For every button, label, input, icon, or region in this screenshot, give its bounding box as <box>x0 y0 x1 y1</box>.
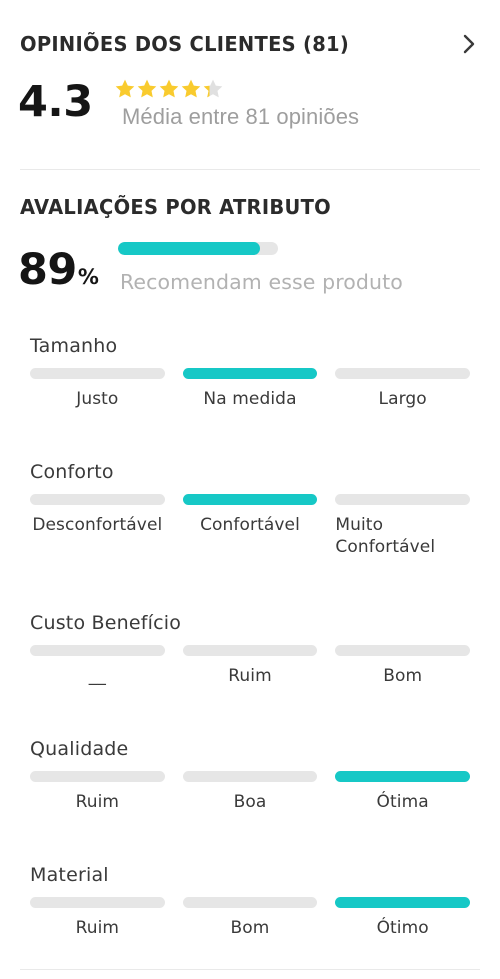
attribute-options: Justo Na medida Largo <box>0 368 500 410</box>
average-caption: Média entre 81 opiniões <box>122 104 360 129</box>
attribute-option-bar <box>30 645 165 656</box>
attribute-options: Desconfortável Confortável Muito Confortáv… <box>0 494 500 558</box>
attribute-option[interactable]: Ótima <box>335 771 471 813</box>
star-icon <box>202 78 224 100</box>
recommend-percent: 89 % <box>18 248 99 292</box>
attribute-option-bar <box>182 645 318 656</box>
star-icon <box>180 78 202 100</box>
attribute-name: Tamanho <box>30 335 118 357</box>
attribute-option[interactable]: __ <box>30 645 165 687</box>
attribute-option[interactable]: Ruim <box>30 897 165 939</box>
attribute-option-label: Bom <box>230 918 270 938</box>
attribute-option-bar-selected <box>335 897 471 908</box>
attribute-option-label: Ruim <box>75 792 120 812</box>
attribute-option-bar <box>30 368 165 379</box>
attribute-option[interactable]: Ótimo <box>335 897 471 939</box>
divider-bottom <box>20 969 480 970</box>
attribute-option[interactable]: Bom <box>182 897 318 939</box>
attribute-option[interactable]: Ruim <box>182 645 318 687</box>
attribute-option[interactable]: Confortável <box>182 494 318 558</box>
attribute-option-bar <box>30 494 165 505</box>
attribute-option-bar <box>335 645 471 656</box>
attribute-name: Custo Benefício <box>30 612 182 634</box>
attribute-option-bar <box>182 771 318 782</box>
attributes-heading: AVALIAÇÕES POR ATRIBUTO <box>20 195 332 219</box>
chevron-right-icon[interactable] <box>456 31 482 57</box>
recommend-percent-value: 89 <box>18 245 77 295</box>
star-icon <box>136 78 158 100</box>
attribute-name: Qualidade <box>30 738 129 760</box>
attribute-options: __ Ruim Bom <box>0 645 500 687</box>
recommend-progress-track <box>118 242 278 255</box>
attribute-option[interactable]: Bom <box>335 645 471 687</box>
attribute-option-bar-selected <box>182 494 318 505</box>
attribute-option[interactable]: Justo <box>30 368 165 410</box>
attribute-name: Conforto <box>30 461 114 483</box>
attribute-option-label: Ruim <box>228 666 272 686</box>
attribute-option-bar <box>335 368 471 379</box>
attribute-option[interactable]: Boa <box>182 771 318 813</box>
star-icon <box>114 78 136 100</box>
recommend-percent-symbol: % <box>77 265 100 289</box>
attribute-option[interactable]: Na medida <box>182 368 318 410</box>
attribute-option-label: Muito Confortável <box>335 515 436 557</box>
attribute-options: Ruim Boa Ótima <box>0 771 500 813</box>
attribute-option-label: Largo <box>378 389 427 409</box>
attribute-option[interactable]: Desconfortável <box>30 494 165 558</box>
attribute-option-label: Bom <box>383 666 423 686</box>
attribute-option-bar-selected <box>182 368 318 379</box>
recommend-progress-fill <box>118 242 261 255</box>
star-icon <box>158 78 180 100</box>
attribute-option-bar <box>335 494 471 505</box>
attribute-option-label: Justo <box>76 389 119 409</box>
attribute-option-bar <box>182 897 318 908</box>
rating-score: 4.3 <box>18 77 93 127</box>
attribute-option[interactable]: Ruim <box>30 771 165 813</box>
attribute-option-bar <box>30 771 165 782</box>
attribute-option-label: Desconfortável <box>32 515 163 535</box>
star-rating <box>114 78 224 100</box>
attribute-option-bar <box>30 897 165 908</box>
recommend-summary: 89 % Recomendam esse produto <box>18 242 482 306</box>
recommend-label: Recomendam esse produto <box>120 270 403 294</box>
attribute-options: Ruim Bom Ótimo <box>0 897 500 939</box>
rating-summary: 4.3 Média entre 81 opiniões <box>18 78 482 140</box>
attribute-option-label: __ <box>88 666 106 686</box>
attribute-option-label: Boa <box>233 792 267 812</box>
page-title: OPINIÕES DOS CLIENTES (81) <box>20 32 350 56</box>
reviews-header[interactable]: OPINIÕES DOS CLIENTES (81) <box>20 27 482 61</box>
attribute-name: Material <box>30 864 109 886</box>
attribute-option-label: Na medida <box>203 389 297 409</box>
attribute-option-label: Ruim <box>75 918 120 938</box>
attribute-option-label: Ótimo <box>376 918 429 938</box>
divider-top <box>20 169 480 170</box>
attribute-option-bar-selected <box>335 771 471 782</box>
attribute-option[interactable]: Largo <box>335 368 471 410</box>
attribute-option[interactable]: Muito Confortável <box>335 494 471 558</box>
attribute-option-label: Ótima <box>376 792 429 812</box>
attribute-option-label: Confortável <box>200 515 300 535</box>
reviews-panel: OPINIÕES DOS CLIENTES (81) 4.3 Média ent… <box>0 0 500 979</box>
